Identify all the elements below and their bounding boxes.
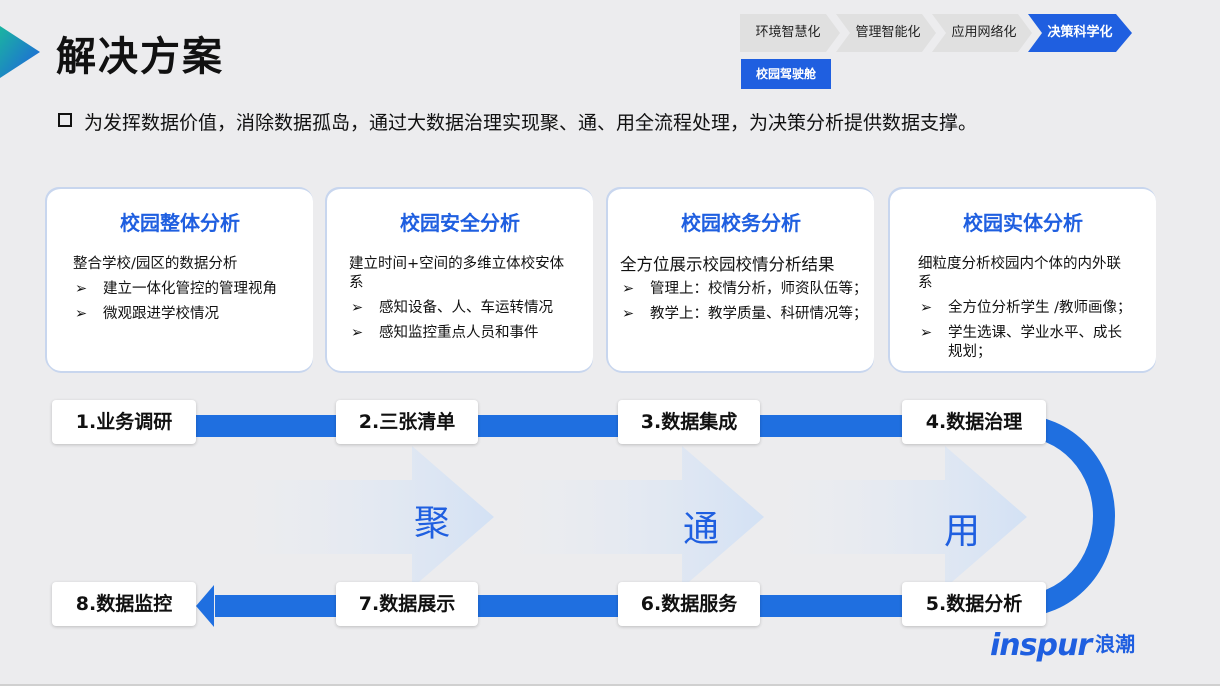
card-item: ➢ 全方位分析学生 /教师画像； xyxy=(920,300,1132,316)
step-4: 4.数据治理 xyxy=(902,400,1046,444)
card-title: 校园整体分析 xyxy=(120,211,240,235)
chevron-tab-4[interactable]: 决策科学化 xyxy=(1032,14,1128,52)
step-2: 2.三张清单 xyxy=(336,400,478,444)
flow-char-gather: 聚 xyxy=(414,503,451,544)
page-title: 解决方案 xyxy=(56,34,224,80)
step-6: 6.数据服务 xyxy=(618,582,760,626)
card-title: 校园安全分析 xyxy=(400,211,520,235)
card-lead: 整合学校/园区的数据分析 xyxy=(73,256,238,272)
uturn-band xyxy=(1019,415,1115,617)
arrow-right-icon: ➢ xyxy=(622,281,635,297)
card-affairs-analysis: 校园校务分析 全方位展示校园校情分析结果 ➢ 管理上：校情分析，师资队伍等； ➢ 教… xyxy=(608,187,874,371)
card-item: ➢ 建立一体化管控的管理视角 xyxy=(75,281,277,297)
cockpit-button[interactable]: 校园驾驶舱 xyxy=(741,59,831,89)
card-body: 建立时间+空间的多维立体校安体系 ➢ 感知设备、人、车运转情况 ➢ 感知监控重点人员… xyxy=(349,255,575,349)
step-1: 1.业务调研 xyxy=(52,400,196,444)
inspur-logo: inspur 浪潮 xyxy=(990,628,1135,664)
card-lead: 全方位展示校园校情分析结果 xyxy=(620,255,835,274)
pale-arrow-1 xyxy=(235,446,494,588)
step-3: 3.数据集成 xyxy=(618,400,760,444)
chevron-tab-2[interactable]: 管理智能化 xyxy=(840,14,936,52)
title-triangle-icon xyxy=(0,26,40,78)
card-item: ➢ 感知设备、人、车运转情况 xyxy=(351,300,553,316)
arrow-left-icon xyxy=(196,585,214,627)
logo-en: inspur xyxy=(990,628,1092,663)
arrow-right-icon: ➢ xyxy=(75,281,88,297)
pale-arrow-3 xyxy=(770,446,1027,588)
card-body: 细粒度分析校园内个体的内外联系 ➢ 全方位分析学生 /教师画像； ➢ 学生选课、学业… xyxy=(918,255,1132,368)
card-item: ➢ 感知监控重点人员和事件 xyxy=(351,325,539,341)
step-5: 5.数据分析 xyxy=(902,582,1046,626)
logo-cn: 浪潮 xyxy=(1095,632,1136,656)
card-title: 校园校务分析 xyxy=(681,211,801,235)
arrow-right-icon: ➢ xyxy=(920,300,933,316)
arrow-right-icon: ➢ xyxy=(920,325,933,341)
card-entity-analysis: 校园实体分析 细粒度分析校园内个体的内外联系 ➢ 全方位分析学生 /教师画像； ➢… xyxy=(890,187,1156,371)
slide: 解决方案 环境智慧化 管理智能化 应用网络化 决策科学化 校园驾驶舱 为发挥数据… xyxy=(0,0,1220,686)
flow-char-use: 用 xyxy=(944,511,981,552)
card-item: ➢ 学生选课、学业水平、成长规划； xyxy=(920,325,1122,360)
intro-text: 为发挥数据价值，消除数据孤岛，通过大数据治理实现聚、通、用全流程处理，为决策分析… xyxy=(84,112,978,134)
card-item: ➢ 教学上：教学质量、科研情况等； xyxy=(622,306,868,322)
flow-char-connect: 通 xyxy=(683,509,720,550)
card-item: ➢ 管理上：校情分析，师资队伍等； xyxy=(622,281,868,297)
card-lead: 建立时间+空间的多维立体校安体系 xyxy=(349,256,565,291)
intro-bullet: 为发挥数据价值，消除数据孤岛，通过大数据治理实现聚、通、用全流程处理，为决策分析… xyxy=(58,108,977,135)
arrow-right-icon: ➢ xyxy=(622,306,635,322)
pale-arrow-2 xyxy=(500,446,764,588)
chevron-tab-1[interactable]: 环境智慧化 xyxy=(740,14,836,52)
card-body: 整合学校/园区的数据分析 ➢ 建立一体化管控的管理视角 ➢ 微观跟进学校情况 xyxy=(73,255,295,330)
step-8: 8.数据监控 xyxy=(52,582,196,626)
card-item: ➢ 微观跟进学校情况 xyxy=(75,306,219,322)
card-title: 校园实体分析 xyxy=(963,211,1083,235)
step-7: 7.数据展示 xyxy=(336,582,478,626)
checkbox-bullet-icon xyxy=(58,113,72,127)
card-overall-analysis: 校园整体分析 整合学校/园区的数据分析 ➢ 建立一体化管控的管理视角 ➢ 微观跟进学… xyxy=(47,187,313,371)
card-body: 全方位展示校园校情分析结果 ➢ 管理上：校情分析，师资队伍等； ➢ 教学上：教学质量… xyxy=(620,255,868,330)
arrow-right-icon: ➢ xyxy=(75,306,88,322)
chevron-tab-3[interactable]: 应用网络化 xyxy=(936,14,1032,52)
card-safety-analysis: 校园安全分析 建立时间+空间的多维立体校安体系 ➢ 感知设备、人、车运转情况 ➢ 感… xyxy=(327,187,593,371)
top-flow-band xyxy=(120,415,1020,437)
arrow-right-icon: ➢ xyxy=(351,325,364,341)
card-lead: 细粒度分析校园内个体的内外联系 xyxy=(918,256,1121,291)
arrow-right-icon: ➢ xyxy=(351,300,364,316)
